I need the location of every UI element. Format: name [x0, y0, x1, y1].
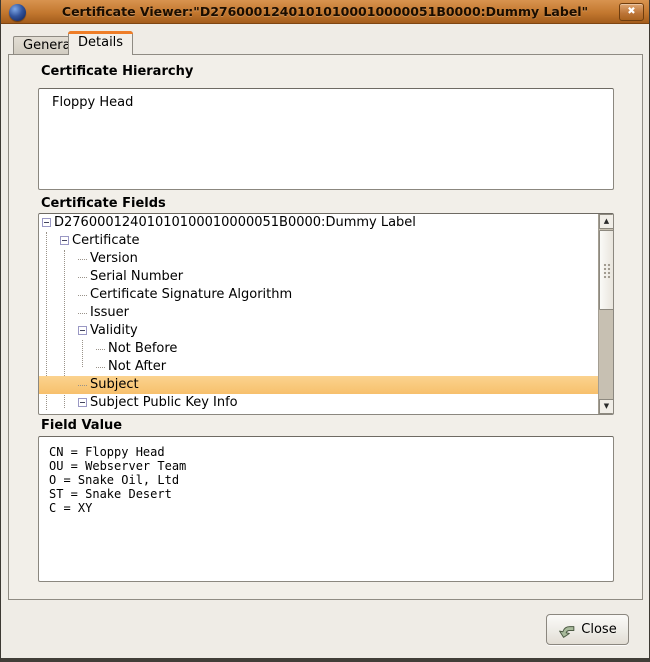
scroll-up-icon[interactable]: ▲ — [599, 214, 614, 229]
tree-row-label: Subject — [90, 376, 139, 394]
field-value-label: Field Value — [41, 418, 122, 433]
field-value-box[interactable]: CN = Floppy HeadOU = Webserver TeamO = S… — [38, 436, 614, 582]
certificate-viewer-window: Certificate Viewer:"D2760001240101010001… — [0, 0, 650, 662]
tree-branch-dash — [96, 349, 105, 350]
field-value-line: OU = Webserver Team — [49, 459, 613, 473]
field-value-text: CN = Floppy HeadOU = Webserver TeamO = S… — [39, 437, 613, 515]
tree-row-label: Version — [90, 250, 138, 268]
scrollbar-grip — [603, 263, 611, 279]
tree-row-label: Issuer — [90, 304, 129, 322]
titlebar[interactable]: Certificate Viewer:"D2760001240101010001… — [1, 0, 649, 24]
tree-row[interactable]: Not After — [39, 358, 598, 376]
tree-branch-dash — [78, 277, 87, 278]
collapse-expander-icon[interactable] — [60, 236, 69, 245]
tree-row[interactable]: Certificate — [39, 232, 598, 250]
tree-row[interactable]: Validity — [39, 322, 598, 340]
field-value-line: ST = Snake Desert — [49, 487, 613, 501]
collapse-expander-icon[interactable] — [42, 218, 51, 227]
field-value-line: CN = Floppy Head — [49, 445, 613, 459]
tree-row-label: Not Before — [108, 340, 177, 358]
tree-row[interactable]: Not Before — [39, 340, 598, 358]
tree-row[interactable]: Certificate Signature Algorithm — [39, 286, 598, 304]
collapse-expander-icon[interactable] — [78, 326, 87, 335]
certificate-fields-label: Certificate Fields — [41, 196, 166, 211]
close-arrow-icon — [558, 621, 576, 639]
dialog-body: General Details Certificate Hierarchy Fl… — [1, 24, 649, 658]
tree-branch-dash — [78, 295, 87, 296]
tree-scrollbar[interactable]: ▲ ▼ — [598, 214, 613, 414]
tree-row[interactable]: Subject Public Key Info — [39, 394, 598, 412]
tree-row[interactable]: Issuer — [39, 304, 598, 322]
globe-icon — [9, 4, 26, 21]
tree-row[interactable]: Serial Number — [39, 268, 598, 286]
collapse-expander-icon[interactable] — [78, 398, 87, 407]
tree-rows: D27600012401010100010000051B0000:Dummy L… — [39, 214, 598, 414]
tree-branch-dash — [78, 313, 87, 314]
window-title: Certificate Viewer:"D2760001240101010001… — [1, 4, 649, 19]
field-value-line: O = Snake Oil, Ltd — [49, 473, 613, 487]
hierarchy-item[interactable]: Floppy Head — [39, 89, 613, 110]
tree-row-label: Validity — [90, 322, 138, 340]
tree-row[interactable]: Version — [39, 250, 598, 268]
field-value-line: C = XY — [49, 501, 613, 515]
certificate-fields-tree[interactable]: D27600012401010100010000051B0000:Dummy L… — [38, 213, 614, 415]
tree-branch-dash — [96, 367, 105, 368]
tree-row-selected[interactable]: Subject — [39, 376, 598, 394]
close-button[interactable]: Close — [546, 614, 629, 645]
tree-branch-dash — [78, 385, 87, 386]
close-button-label: Close — [581, 622, 616, 637]
certificate-hierarchy-box[interactable]: Floppy Head — [38, 88, 614, 190]
tree-row-label: Certificate Signature Algorithm — [90, 286, 292, 304]
tree-row[interactable]: D27600012401010100010000051B0000:Dummy L… — [39, 214, 598, 232]
scrollbar-thumb[interactable] — [599, 230, 614, 310]
certificate-hierarchy-label: Certificate Hierarchy — [41, 64, 193, 79]
tree-branch-dash — [78, 259, 87, 260]
tree-row-label: Serial Number — [90, 268, 183, 286]
tree-row-label: Certificate — [72, 232, 140, 250]
window-close-button[interactable]: ✖ — [619, 3, 644, 21]
tree-row-label: Subject Public Key Info — [90, 394, 238, 412]
tree-row-label: D27600012401010100010000051B0000:Dummy L… — [54, 214, 416, 232]
tree-row-label: Not After — [108, 358, 166, 376]
scroll-down-icon[interactable]: ▼ — [599, 399, 614, 414]
tab-details[interactable]: Details — [68, 31, 133, 55]
